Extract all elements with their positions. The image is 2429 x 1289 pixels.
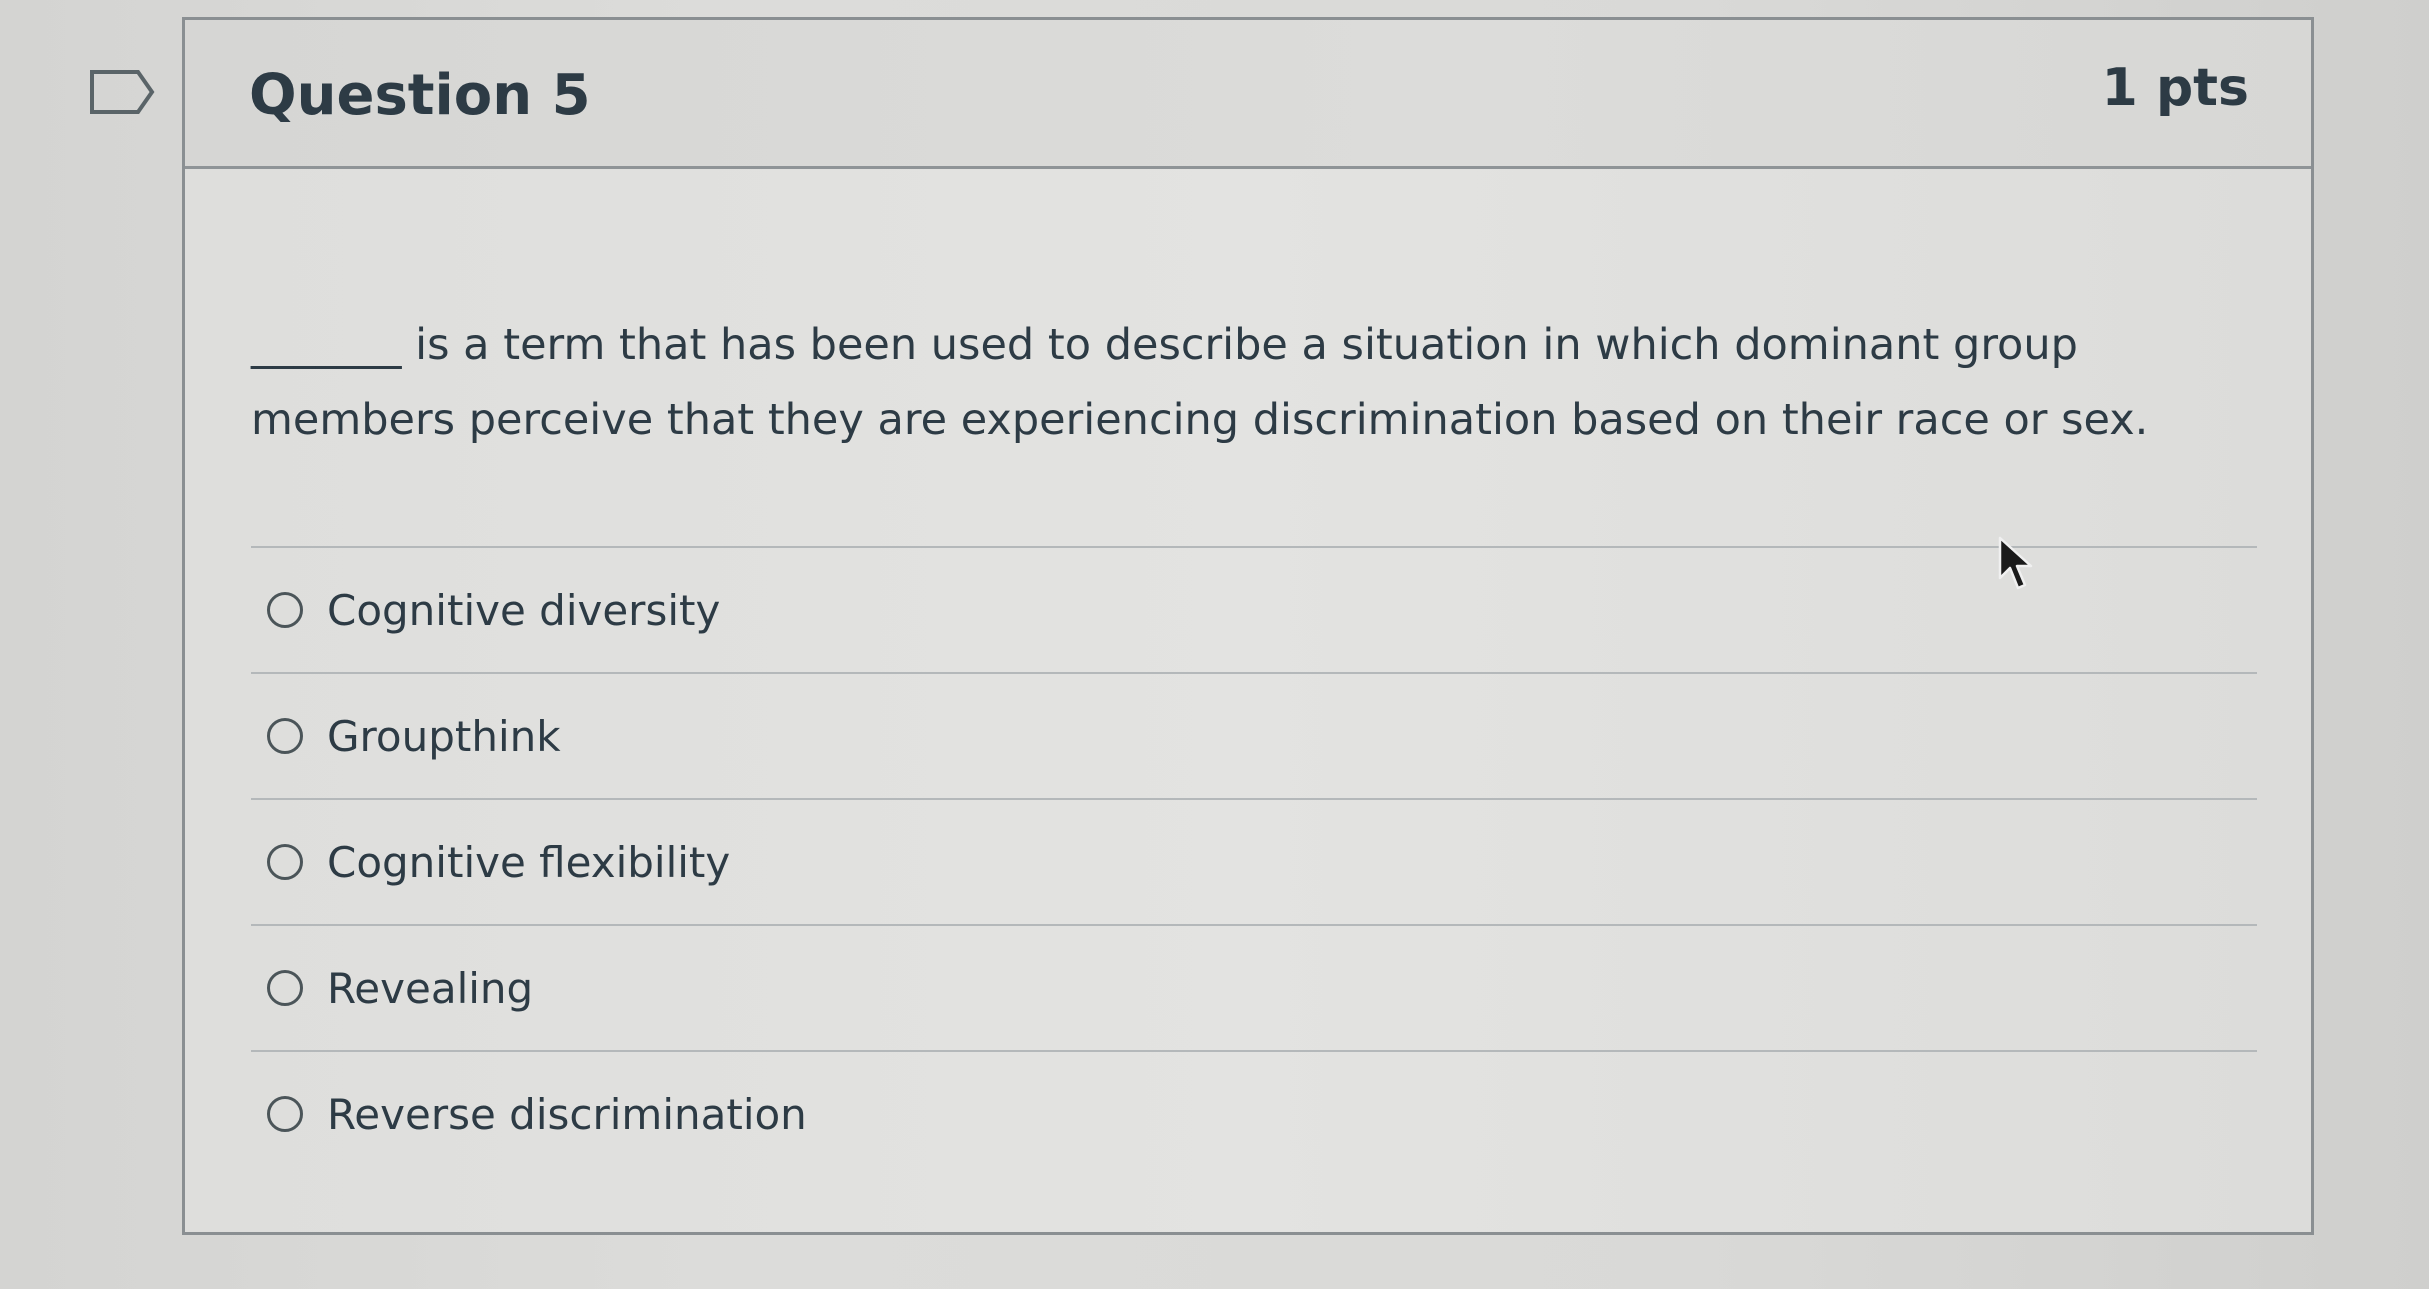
radio-button-icon[interactable] bbox=[267, 592, 303, 628]
answer-option[interactable]: Cognitive flexibility bbox=[251, 798, 2257, 924]
flag-question-icon[interactable] bbox=[88, 68, 156, 116]
question-title: Question 5 bbox=[249, 63, 591, 128]
radio-button-icon[interactable] bbox=[267, 1096, 303, 1132]
answer-label[interactable]: Reverse discrimination bbox=[327, 1090, 807, 1139]
answer-label[interactable]: Groupthink bbox=[327, 712, 561, 761]
question-points: 1 pts bbox=[2101, 58, 2249, 118]
radio-button-icon[interactable] bbox=[267, 718, 303, 754]
answer-option[interactable]: Revealing bbox=[251, 924, 2257, 1050]
mouse-pointer-icon bbox=[1998, 536, 2034, 592]
answer-label[interactable]: Cognitive diversity bbox=[327, 586, 720, 635]
answer-list: Cognitive diversity Groupthink Cognitive… bbox=[251, 546, 2257, 1176]
question-text: _______ is a term that has been used to … bbox=[251, 320, 2149, 445]
answer-option[interactable]: Reverse discrimination bbox=[251, 1050, 2257, 1176]
answer-label[interactable]: Cognitive flexibility bbox=[327, 838, 730, 887]
question-card: Question 5 1 pts _______ is a term that … bbox=[182, 17, 2314, 1235]
question-header: Question 5 1 pts bbox=[185, 20, 2311, 169]
answer-option[interactable]: Cognitive diversity bbox=[251, 546, 2257, 672]
answer-option[interactable]: Groupthink bbox=[251, 672, 2257, 798]
radio-button-icon[interactable] bbox=[267, 844, 303, 880]
answer-label[interactable]: Revealing bbox=[327, 964, 533, 1013]
radio-button-icon[interactable] bbox=[267, 970, 303, 1006]
